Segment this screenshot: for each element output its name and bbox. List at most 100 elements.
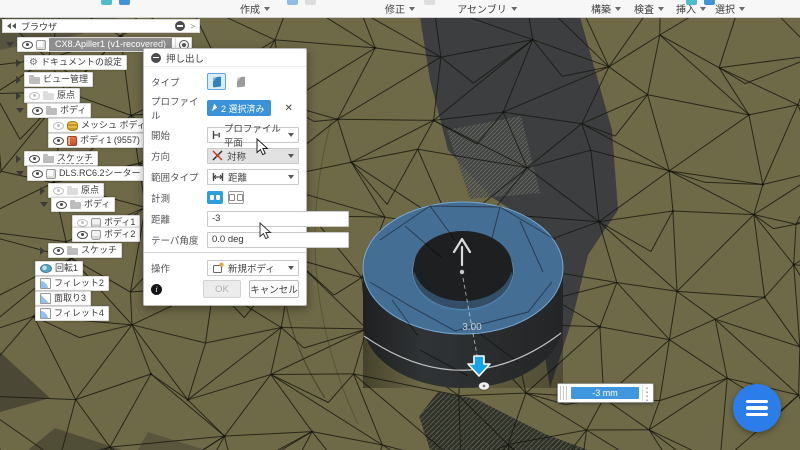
browser-minimize-icon[interactable]	[175, 21, 185, 31]
dialog-title: 押し出し	[166, 51, 204, 65]
manipulator-origin-dot[interactable]	[460, 270, 464, 274]
menu-construct[interactable]: 構築	[591, 1, 621, 16]
sidebar-item-document-settings[interactable]: ⚙ ドキュメントの設定	[16, 56, 127, 69]
row-profile: プロファイル 2 選択済み ✕	[151, 94, 299, 122]
eye-icon[interactable]	[32, 170, 43, 178]
distance-value-box[interactable]: -3 mm	[557, 383, 654, 403]
extrude-solid-type-icon[interactable]	[207, 73, 226, 90]
twisty-collapsed-icon[interactable]	[16, 76, 21, 84]
extrude-thin-type-icon[interactable]	[231, 73, 250, 90]
drag-handle-icon[interactable]	[560, 386, 568, 400]
eye-icon[interactable]	[32, 107, 43, 115]
eye-icon[interactable]	[53, 247, 64, 255]
twisty-expanded-icon[interactable]	[40, 202, 48, 207]
row-taper: テーパ角度	[151, 231, 299, 248]
direction-dropdown[interactable]: 対称	[207, 148, 299, 164]
sidebar-item-bodies[interactable]: ボディ	[16, 104, 91, 117]
distance-value-input[interactable]: -3 mm	[571, 387, 639, 399]
chevron-down-icon	[700, 7, 706, 11]
operation-dropdown[interactable]: 新規ボディ	[207, 260, 299, 276]
eye-off-icon[interactable]	[53, 122, 64, 130]
chevron-down-icon	[288, 154, 294, 158]
sidebar-item-view-management[interactable]: ビュー管理	[16, 73, 93, 86]
measure-one-side-icon[interactable]	[207, 191, 223, 204]
sidebar-item-bodies2[interactable]: ボディ	[40, 198, 115, 211]
chevron-down-icon	[288, 175, 294, 179]
sidebar-item-sketches2[interactable]: スケッチ	[40, 244, 122, 257]
folder-icon	[70, 202, 81, 209]
twisty-collapsed-icon[interactable]	[16, 92, 21, 100]
twisty-expanded-icon[interactable]	[16, 108, 24, 113]
sidebar-item-sketches[interactable]: スケッチ	[16, 152, 98, 165]
eye-icon[interactable]	[29, 155, 40, 163]
fab-menu-button[interactable]	[733, 384, 781, 432]
twisty-collapsed-icon[interactable]	[16, 59, 21, 67]
toolbar-partial-icon[interactable]	[101, 0, 112, 5]
sidebar-item-fillet4[interactable]: フィレット4	[35, 307, 109, 320]
sketch-point-center	[483, 385, 486, 388]
sidebar-item-origin[interactable]: 原点	[16, 89, 80, 102]
cancel-button[interactable]: キャンセル	[249, 280, 299, 298]
body-icon	[67, 136, 77, 146]
toolbar-partial-icon[interactable]	[119, 0, 130, 5]
chevron-down-icon	[264, 7, 270, 11]
measure-whole-length-icon[interactable]	[228, 191, 244, 204]
twisty-collapsed-icon[interactable]	[40, 247, 45, 255]
menu-insert[interactable]: 挿入	[676, 1, 706, 16]
extent-type-dropdown[interactable]: 距離	[207, 169, 299, 185]
sidebar-item-fillet2[interactable]: フィレット2	[35, 277, 109, 290]
folder-icon	[67, 188, 78, 195]
menu-assembly[interactable]: アセンブリ	[457, 1, 517, 16]
ring-model[interactable]	[363, 202, 563, 388]
twisty-expanded-icon[interactable]	[6, 42, 14, 47]
browser-header[interactable]: ブラウザ >	[2, 19, 200, 33]
body-icon	[91, 230, 101, 240]
body-icon	[91, 218, 101, 228]
sidebar-item-mesh-body1[interactable]: メッシュ ボディ1	[48, 119, 156, 132]
eye-off-icon[interactable]	[29, 92, 40, 100]
browser-resize-icon[interactable]: >	[190, 22, 195, 31]
toolbar-partial-icon[interactable]	[424, 0, 435, 5]
folder-icon	[43, 156, 54, 163]
toolbar-partial-icon[interactable]	[287, 0, 298, 5]
eye-icon[interactable]	[53, 137, 64, 145]
toolbar-partial-icon[interactable]	[305, 0, 316, 5]
browser-collapse-icon[interactable]	[7, 23, 16, 29]
profile-plane-icon	[212, 130, 220, 140]
distance-extent-icon	[212, 172, 224, 182]
row-distance: 距離	[151, 210, 299, 227]
sidebar-item-body1-9557[interactable]: ボディ1 (9557)	[48, 134, 145, 147]
menu-create[interactable]: 作成	[240, 1, 270, 16]
chevron-down-icon	[739, 7, 745, 11]
dialog-titlebar[interactable]: 押し出し	[144, 49, 306, 67]
eye-icon[interactable]	[77, 231, 88, 239]
eye-off-icon[interactable]	[77, 219, 88, 227]
info-icon[interactable]: i	[151, 284, 162, 295]
dialog-grip-icon[interactable]	[151, 53, 161, 63]
distance-input[interactable]	[207, 211, 349, 227]
taper-angle-input[interactable]	[207, 232, 349, 248]
folder-icon	[46, 108, 57, 115]
clear-selection-icon[interactable]: ✕	[285, 103, 293, 114]
eye-off-icon[interactable]	[53, 187, 64, 195]
sidebar-item-origin2[interactable]: 原点	[40, 184, 104, 197]
fillet-icon	[40, 308, 51, 319]
start-dropdown[interactable]: プロファイル平面	[207, 127, 299, 143]
twisty-collapsed-icon[interactable]	[16, 155, 21, 163]
menu-inspect[interactable]: 検査	[634, 1, 664, 16]
folder-icon	[29, 77, 40, 84]
sidebar-item-chamfer3[interactable]: 面取り3	[35, 292, 91, 305]
eye-icon[interactable]	[56, 201, 67, 209]
sidebar-item-body2[interactable]: ボディ2	[72, 228, 140, 241]
menu-select[interactable]: 選択	[715, 1, 745, 16]
menu-modify[interactable]: 修正	[385, 1, 415, 16]
sidebar-item-revolve1[interactable]: 回転1	[35, 262, 83, 275]
twisty-expanded-icon[interactable]	[16, 171, 24, 176]
symmetric-direction-icon	[212, 150, 223, 161]
eye-icon[interactable]	[22, 41, 33, 49]
twisty-collapsed-icon[interactable]	[40, 187, 45, 195]
ok-button[interactable]: OK	[203, 280, 241, 298]
grip-dots-icon[interactable]	[642, 385, 652, 401]
sidebar-item-dls-component[interactable]: DLS.RC6.2シーター v	[16, 167, 153, 180]
profile-selection-chip[interactable]: 2 選択済み	[207, 100, 271, 116]
